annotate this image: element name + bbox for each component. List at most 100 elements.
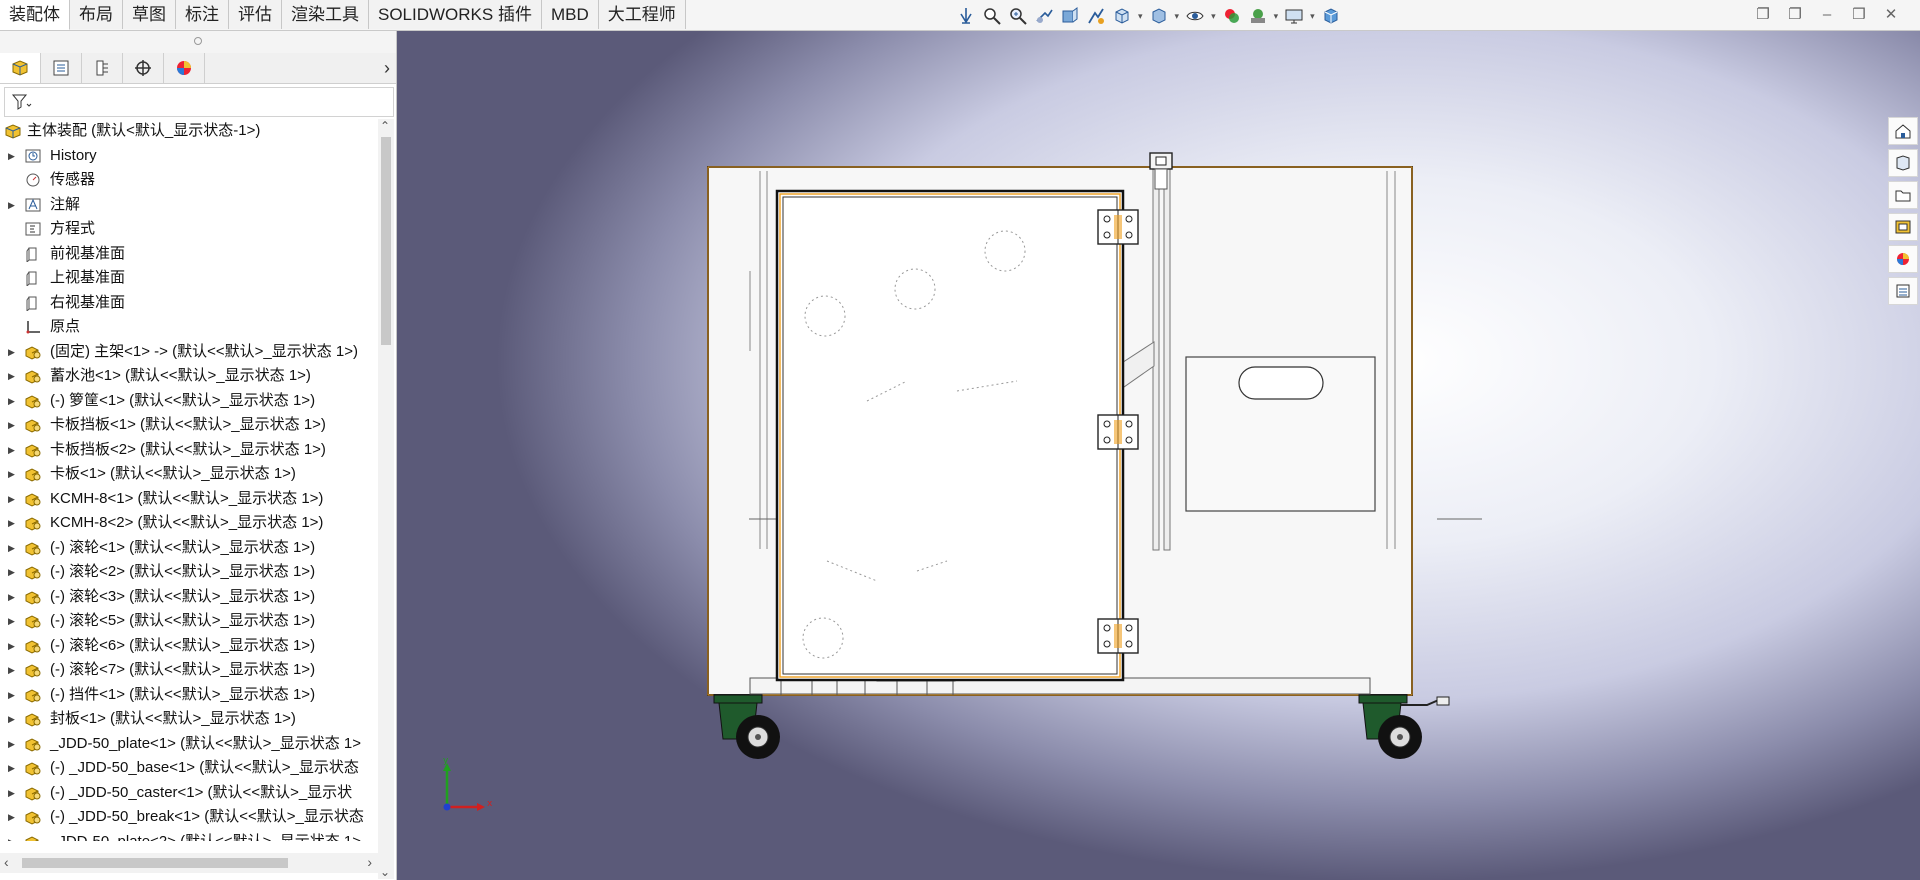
tree-item[interactable]: ▶ (-) 滚轮<7> (默认<<默认>_显示状态 1>) [0,658,378,682]
tree-item[interactable]: ▶ (-) _JDD-50_break<1> (默认<<默认>_显示状态 [0,805,378,829]
tree-item[interactable]: ▶ (-) 滚轮<6> (默认<<默认>_显示状态 1>) [0,634,378,658]
zoom-to-fit-icon[interactable] [981,5,1003,27]
solidworks-resources-button[interactable] [1888,117,1918,145]
chevron-down-icon[interactable]: ▾ [1175,11,1180,22]
feature-manager-tab[interactable] [0,53,41,83]
tree-item[interactable]: ▶ (-) 滚轮<3> (默认<<默认>_显示状态 1>) [0,585,378,609]
tree-item[interactable]: ▶ (-) _JDD-50_base<1> (默认<<默认>_显示状态 [0,756,378,780]
tree-item[interactable]: ▶ 封板<1> (默认<<默认>_显示状态 1>) [0,707,378,731]
tile-right-icon[interactable]: ❐ [1786,6,1804,24]
chevron-down-icon[interactable]: ▾ [1211,11,1216,22]
tab-solidworks-addins[interactable]: SOLIDWORKS 插件 [369,0,542,29]
realview-cube-icon[interactable] [1320,5,1342,27]
view-anchor-icon[interactable] [955,5,977,27]
expand-arrow-icon[interactable]: ▶ [8,389,18,413]
tree-item[interactable]: ▶ History [0,144,378,168]
assembly-model-view[interactable] [397,31,1920,880]
reference-triad[interactable]: y x [437,757,497,817]
tree-item[interactable]: ▶ _JDD-50_plate<2> (默认<<默认>_显示状态 1> [0,830,378,842]
scroll-down-icon[interactable]: ⌄ [380,865,390,879]
tree-horizontal-scrollbar[interactable]: ‹ › [0,853,378,873]
tree-item[interactable]: ▶ 卡板挡板<2> (默认<<默认>_显示状态 1>) [0,438,378,462]
tree-item[interactable]: 前视基准面 [0,242,378,266]
expand-arrow-icon[interactable]: ▶ [8,683,18,707]
section-view-icon[interactable] [1059,5,1081,27]
previous-view-icon[interactable] [1033,5,1055,27]
chevron-down-icon[interactable]: ▾ [1274,11,1279,22]
tree-item[interactable]: 上视基准面 [0,266,378,290]
file-explorer-button[interactable] [1888,181,1918,209]
dimxpert-manager-tab[interactable] [123,53,164,83]
vertical-scroll-thumb[interactable] [381,137,391,345]
view-orientation-icon[interactable] [1111,5,1133,27]
expand-arrow-icon[interactable]: ▶ [8,487,18,511]
horizontal-scroll-thumb[interactable] [22,858,288,868]
tree-item[interactable]: ▶ (-) _JDD-50_caster<1> (默认<<默认>_显示状 [0,781,378,805]
scroll-right-icon[interactable]: › [367,854,372,870]
expand-arrow-icon[interactable]: ▶ [8,144,18,168]
panel-grip[interactable] [0,31,396,53]
chevron-down-icon[interactable]: ▾ [1310,11,1315,22]
display-manager-tab[interactable] [164,53,205,83]
tile-left-icon[interactable]: ❐ [1754,6,1772,24]
tab-layout[interactable]: 布局 [70,0,123,29]
expand-arrow-icon[interactable]: ▶ [8,438,18,462]
view-palette-button[interactable] [1888,213,1918,241]
scroll-up-icon[interactable]: ⌃ [380,119,390,133]
custom-properties-button[interactable] [1888,277,1918,305]
tab-evaluate[interactable]: 评估 [229,0,282,29]
expand-arrow-icon[interactable]: ▶ [8,634,18,658]
minimize-icon[interactable]: – [1818,6,1836,24]
tree-item[interactable]: ▶ 卡板<1> (默认<<默认>_显示状态 1>) [0,462,378,486]
expand-arrow-icon[interactable]: ▶ [8,193,18,217]
tree-item[interactable]: 方程式 [0,217,378,241]
close-icon[interactable]: ✕ [1882,6,1900,24]
edit-appearance-icon[interactable] [1221,5,1243,27]
configuration-manager-tab[interactable] [82,53,123,83]
tree-root-assembly[interactable]: 主体装配 (默认<默认_显示状态-1>) [0,119,378,143]
tree-item[interactable]: ▶ (-) 箩筐<1> (默认<<默认>_显示状态 1>) [0,389,378,413]
tree-item[interactable]: ▶ 卡板挡板<1> (默认<<默认>_显示状态 1>) [0,413,378,437]
expand-arrow-icon[interactable]: ▶ [8,462,18,486]
apply-scene-icon[interactable] [1247,5,1269,27]
tree-item[interactable]: ▶ KCMH-8<2> (默认<<默认>_显示状态 1>) [0,511,378,535]
tab-render-tools[interactable]: 渲染工具 [282,0,369,29]
property-manager-tab[interactable] [41,53,82,83]
hide-show-items-icon[interactable] [1184,5,1206,27]
expand-arrow-icon[interactable]: ▶ [8,413,18,437]
expand-arrow-icon[interactable]: ▶ [8,658,18,682]
expand-arrow-icon[interactable]: ▶ [8,805,18,829]
expand-arrow-icon[interactable]: ▶ [8,732,18,756]
tree-vertical-scrollbar[interactable]: ⌃ ⌄ [378,119,394,879]
tree-item[interactable]: ▶ 蓄水池<1> (默认<<默认>_显示状态 1>) [0,364,378,388]
expand-arrow-icon[interactable]: ▶ [8,830,18,842]
zoom-to-area-icon[interactable] [1007,5,1029,27]
design-library-button[interactable] [1888,149,1918,177]
tree-item[interactable]: ▶ (-) 滚轮<1> (默认<<默认>_显示状态 1>) [0,536,378,560]
expand-arrow-icon[interactable]: ▶ [8,781,18,805]
tree-item[interactable]: ▶ (固定) 主架<1> -> (默认<<默认>_显示状态 1>) [0,340,378,364]
expand-arrow-icon[interactable]: ▶ [8,609,18,633]
tree-item[interactable]: ▶ (-) 滚轮<5> (默认<<默认>_显示状态 1>) [0,609,378,633]
expand-arrow-icon[interactable]: ▶ [8,560,18,584]
tree-item[interactable]: ▶ KCMH-8<1> (默认<<默认>_显示状态 1>) [0,487,378,511]
tree-item[interactable]: 传感器 [0,168,378,192]
tree-item[interactable]: 右视基准面 [0,291,378,315]
expand-arrow-icon[interactable]: ▶ [8,340,18,364]
dynamic-annotation-icon[interactable] [1085,5,1107,27]
graphics-area[interactable]: y x [397,31,1920,880]
expand-arrow-icon[interactable]: ▶ [8,707,18,731]
panel-more-chevron-icon[interactable]: › [384,53,390,83]
tab-mbd[interactable]: MBD [541,0,599,29]
tree-item[interactable]: ▶ _JDD-50_plate<1> (默认<<默认>_显示状态 1> [0,732,378,756]
expand-arrow-icon[interactable]: ▶ [8,364,18,388]
expand-arrow-icon[interactable]: ▶ [8,585,18,609]
appearances-scenes-button[interactable] [1888,245,1918,273]
expand-arrow-icon[interactable]: ▶ [8,756,18,780]
tab-markup[interactable]: 标注 [176,0,229,29]
tree-item[interactable]: ▶ (-) 挡件<1> (默认<<默认>_显示状态 1>) [0,683,378,707]
tab-assembly[interactable]: 装配体 [0,0,70,30]
expand-arrow-icon[interactable]: ▶ [8,536,18,560]
expand-arrow-icon[interactable]: ▶ [8,511,18,535]
tree-item[interactable]: ▶ (-) 滚轮<2> (默认<<默认>_显示状态 1>) [0,560,378,584]
